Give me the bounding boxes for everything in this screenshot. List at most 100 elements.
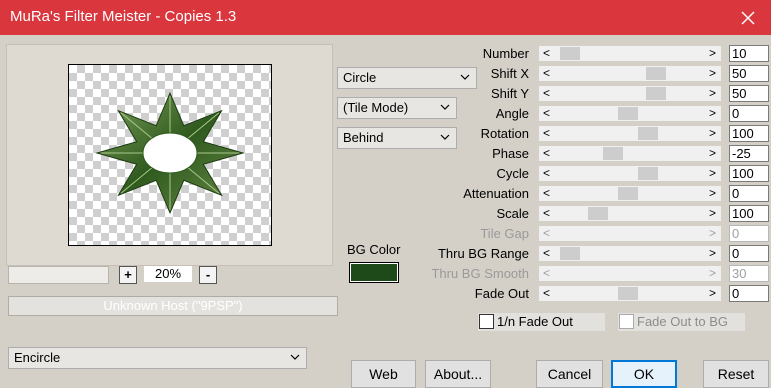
value-cycle[interactable]: 100 [729,165,769,182]
slider-thumb[interactable] [560,247,580,260]
chevron-left-icon[interactable]: < [543,166,550,181]
value-fade-out[interactable]: 0 [729,285,769,302]
param-label-rotation: Rotation [480,126,529,141]
preset-select[interactable]: Encircle [8,347,307,369]
chevron-right-icon[interactable]: > [709,46,716,61]
slider-rotation[interactable]: < > [539,126,721,141]
slider-attenuation[interactable]: < > [539,186,721,201]
tile-mode-select[interactable]: (Tile Mode) [337,97,457,119]
slider-fade-out[interactable]: < > [539,286,721,301]
chevron-right-icon[interactable]: > [709,106,716,121]
slider-cycle[interactable]: < > [539,166,721,181]
chevron-left-icon[interactable]: < [543,206,550,221]
chevron-left-icon[interactable]: < [543,146,550,161]
chevron-right-icon[interactable]: > [709,246,716,261]
chevron-right-icon[interactable]: > [709,206,716,221]
chevron-left-icon[interactable]: < [543,286,550,301]
fade-out-bg-label: Fade Out to BG [637,314,729,329]
value-number[interactable]: 10 [729,45,769,62]
value-shift-y[interactable]: 50 [729,85,769,102]
param-label-thru-bg-range: Thru BG Range [437,246,529,261]
slider-scale[interactable]: < > [539,206,721,221]
chevron-down-icon [460,74,470,80]
slider-thumb[interactable] [618,187,638,200]
slider-thumb[interactable] [646,87,666,100]
value-phase[interactable]: -25 [729,145,769,162]
chevron-down-icon [440,104,450,110]
value-rotation[interactable]: 100 [729,125,769,142]
slider-thumb[interactable] [618,287,638,300]
slider-angle[interactable]: < > [539,106,721,121]
title-bar: MuRa's Filter Meister - Copies 1.3 [0,0,771,35]
param-label-angle: Angle [495,106,529,121]
value-angle[interactable]: 0 [729,105,769,122]
value-shift-x[interactable]: 50 [729,65,769,82]
host-info: Unknown Host ("9PSP") [8,296,338,316]
slider-thumb[interactable] [588,207,608,220]
slider-thumb[interactable] [646,67,666,80]
param-label-shift-x: Shift X [490,66,529,81]
chevron-right-icon[interactable]: > [709,186,716,201]
inv-fade-out-label: 1/n Fade Out [497,314,573,329]
chevron-right-icon[interactable]: > [709,66,716,81]
param-label-attenuation: Attenuation [463,186,529,201]
close-icon [741,10,755,25]
about-button[interactable]: About... [425,360,491,388]
param-label-tile-gap: Tile Gap [480,226,529,241]
chevron-right-icon[interactable]: > [709,86,716,101]
ok-button[interactable]: OK [611,360,677,388]
value-thru-bg-range[interactable]: 0 [729,245,769,262]
web-button[interactable]: Web [351,360,416,388]
slider-thumb[interactable] [638,167,658,180]
chevron-right-icon: > [708,226,716,240]
value-scale[interactable]: 100 [729,205,769,222]
placement-select-value: Behind [343,130,384,145]
chevron-right-icon[interactable]: > [709,286,716,301]
chevron-right-icon[interactable]: > [709,166,716,181]
checkbox-box [619,314,634,329]
shape-select[interactable]: Circle [337,67,477,89]
param-label-fade-out: Fade Out [474,286,529,301]
chevron-left-icon[interactable]: < [543,46,550,61]
preview-scrollbar[interactable] [8,266,109,284]
bg-color-swatch[interactable] [349,262,399,283]
slider-number[interactable]: < > [539,46,721,61]
chevron-right-icon[interactable]: > [709,126,716,141]
slider-phase[interactable]: < > [539,146,721,161]
close-button[interactable] [725,0,771,35]
param-label-scale: Scale [496,206,529,221]
bg-color-label: BG Color [347,242,401,257]
placement-select[interactable]: Behind [337,127,457,149]
slider-shift-x[interactable]: < > [539,66,721,81]
cancel-button[interactable]: Cancel [536,360,603,388]
chevron-left-icon[interactable]: < [543,246,550,261]
slider-thumb[interactable] [638,127,658,140]
param-label-phase: Phase [492,146,529,161]
param-label-number: Number [482,46,529,61]
value-attenuation[interactable]: 0 [729,185,769,202]
chevron-down-icon [290,354,300,360]
zoom-level: 20% [144,266,192,282]
preview-canvas[interactable] [68,64,272,246]
param-label-thru-bg-smooth: Thru BG Smooth [431,266,529,281]
chevron-left-icon: < [543,226,551,240]
chevron-left-icon[interactable]: < [543,126,550,141]
slider-thumb[interactable] [603,147,623,160]
chevron-left-icon[interactable]: < [543,106,550,121]
slider-thumb[interactable] [560,47,580,60]
checkbox-box[interactable] [479,314,494,329]
zoom-in-button[interactable]: + [119,266,137,284]
slider-thumb[interactable] [618,107,638,120]
reset-button[interactable]: Reset [703,360,769,388]
shape-select-value: Circle [343,70,377,85]
slider-thru-bg-range[interactable]: < > [539,246,721,261]
slider-shift-y[interactable]: < > [539,86,721,101]
zoom-out-button[interactable]: - [199,266,217,284]
chevron-left-icon[interactable]: < [543,186,550,201]
chevron-right-icon[interactable]: > [709,146,716,161]
chevron-left-icon[interactable]: < [543,66,550,81]
chevron-left-icon[interactable]: < [543,86,550,101]
inv-fade-out-checkbox[interactable]: 1/n Fade Out [478,313,605,331]
chevron-right-icon: > [708,266,716,280]
slider-tile-gap: < > [539,226,721,241]
